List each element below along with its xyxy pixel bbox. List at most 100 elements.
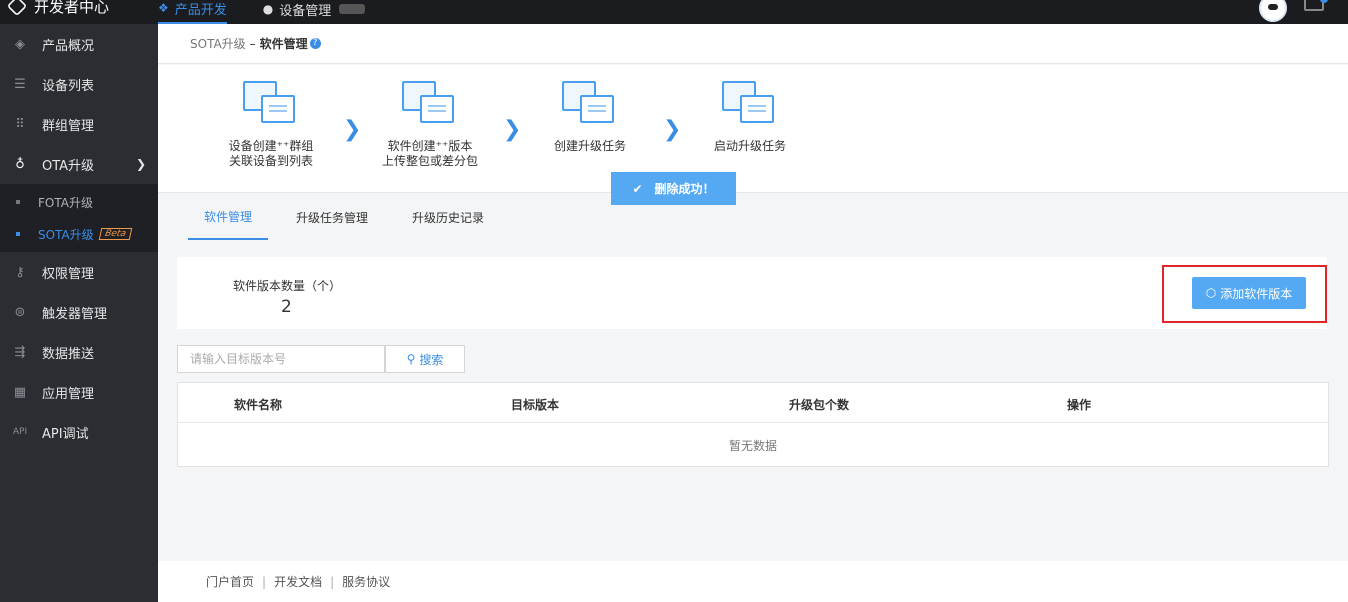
breadcrumb-separator: – [249,36,256,51]
nav-label: 产品开发 [174,2,227,18]
footer-link-terms[interactable]: 服务协议 [342,573,390,590]
sidebar-item-label: 触发器管理 [42,306,108,322]
highlight-box: ⬡ 添加软件版本 [1162,265,1327,323]
sidebar-item-label: 数据推送 [42,346,95,362]
footer-link-docs[interactable]: 开发文档 [274,573,322,590]
chevron-right-icon: ❯ [343,117,362,142]
sidebar-item-ota[interactable]: ♁ OTA升级 ❯ [0,144,158,184]
tabs: 软件管理 升级任务管理 升级历史记录 [188,194,512,240]
sidebar-item-api-debug[interactable]: API API调试 [0,412,158,452]
sidebar-item-groups[interactable]: ⠿ 群组管理 [0,104,158,144]
button-label: 添加软件版本 [1220,286,1293,301]
beta-badge: Beta [98,228,132,240]
chevron-right-icon: ❯ [503,117,522,142]
column-actions: 操作 [1067,398,1092,412]
brand-title: 开发者中心 [34,0,110,16]
sidebar-item-label: API调试 [42,426,89,442]
product-dev-icon: ❖ [158,1,169,15]
create-task-icon [562,81,618,127]
tab-upgrade-tasks[interactable]: 升级任务管理 [280,194,384,240]
breadcrumb-parent[interactable]: SOTA升级 [190,35,246,52]
sidebar-item-label: OTA升级 [42,158,95,174]
search-button[interactable]: ⚲ 搜索 [385,345,465,373]
main-content: SOTA升级 – 软件管理 ? 设备创建⁺⁺群组 关联设备到列表 ❯ 软件创建⁺… [158,24,1348,602]
search-icon: ⚲ [406,352,416,366]
search-button-label: 搜索 [419,352,444,367]
empty-state: 暂无数据 [728,438,777,453]
mail-icon[interactable] [1304,0,1328,11]
breadcrumb: SOTA升级 – 软件管理 ? [158,24,1348,64]
sidebar-item-fota[interactable]: FOTA升级 [0,186,158,218]
bullet [16,232,20,236]
api-icon: API [12,427,28,437]
version-count-value: 2 [281,297,292,317]
nav-label: 设备管理 [279,3,332,19]
version-count-panel: 软件版本数量（个） 2 [177,257,1327,329]
sidebar-item-sota[interactable]: SOTA升级 Beta [0,218,158,250]
process-steps: 设备创建⁺⁺群组 关联设备到列表 ❯ 软件创建⁺⁺版本 上传整包或差分包 ❯ 创… [158,65,1348,193]
step-line1: 设备创建⁺⁺群组 [228,139,314,153]
top-nav: ❖ 产品开发 ● 设备管理 [158,0,366,24]
footer-separator: | [330,574,335,589]
key-icon: ⚷ [15,264,25,280]
sidebar-item-triggers[interactable]: ⊜ 触发器管理 [0,292,158,332]
ota-submenu: FOTA升级 SOTA升级 Beta [0,184,158,252]
sidebar-item-apps[interactable]: ▦ 应用管理 [0,372,158,412]
add-software-version-button[interactable]: ⬡ 添加软件版本 [1192,277,1306,309]
trigger-icon: ⊜ [14,304,26,320]
sidebar-item-label: 设备列表 [42,78,95,94]
notification-dot [1320,0,1328,3]
list-icon: ☰ [14,76,26,92]
tab-software-manage[interactable]: 软件管理 [188,194,269,240]
sidebar-item-devices[interactable]: ☰ 设备列表 [0,64,158,104]
software-upload-icon [402,81,458,127]
push-icon: ⇶ [14,344,26,360]
grid-dots-icon: ⠿ [15,116,25,132]
step-line1: 软件创建⁺⁺版本 [387,139,473,153]
sidebar-item-data-push[interactable]: ⇶ 数据推送 [0,332,158,372]
brand[interactable]: 开发者中心 [6,0,110,18]
chevron-down-icon: ❯ [135,157,146,171]
version-search-input[interactable] [177,345,385,373]
footer-link-home[interactable]: 门户首页 [206,573,254,590]
sidebar: ◈ 产品概况 ☰ 设备列表 ⠿ 群组管理 ♁ OTA升级 ❯ FOTA升级 SO… [0,24,158,602]
column-package-count: 升级包个数 [789,398,850,412]
column-target-version: 目标版本 [511,398,560,412]
sidebar-item-label: 权限管理 [42,266,95,282]
column-software-name: 软件名称 [234,398,283,412]
success-toast: ✔ 删除成功！ [611,172,736,205]
step-start-task: 启动升级任务 [685,81,815,154]
sidebar-item-label: SOTA升级 [38,227,94,242]
step-line2: 上传整包或差分包 [381,154,478,168]
device-manage-icon: ● [262,2,274,16]
nav-product-dev[interactable]: ❖ 产品开发 [158,0,227,24]
logo-icon [6,0,28,17]
avatar[interactable] [1259,0,1287,22]
sidebar-item-label: FOTA升级 [38,195,93,210]
sidebar-item-label: 群组管理 [42,118,95,134]
sidebar-item-permissions[interactable]: ⚷ 权限管理 [0,252,158,292]
upgrade-icon: ♁ [15,156,25,172]
version-count-label: 软件版本数量（个） [233,279,342,293]
sidebar-item-label: 应用管理 [42,386,95,402]
nav-device-manage[interactable]: ● 设备管理 [263,0,366,24]
chevron-right-icon: ❯ [663,117,682,142]
apps-grid-icon: ▦ [13,384,27,400]
step-line2: 关联设备到列表 [228,154,313,168]
help-icon[interactable]: ? [309,38,321,49]
breadcrumb-current: 软件管理 [259,37,308,51]
cube-icon: ◈ [15,36,25,52]
check-icon: ✔ [632,181,643,196]
device-group-icon [243,81,299,127]
step-create-task: 创建升级任务 [525,81,655,154]
tab-upgrade-history[interactable]: 升级历史记录 [396,194,500,240]
sidebar-item-overview[interactable]: ◈ 产品概况 [0,24,158,64]
toast-text: 删除成功！ [654,182,715,196]
nav-badge [339,4,366,14]
table-header: 软件名称 目标版本 升级包个数 操作 [178,383,1328,423]
start-task-icon [722,81,778,127]
footer: 门户首页 | 开发文档 | 服务协议 [158,561,1348,602]
footer-separator: | [262,574,267,589]
bullet [16,200,20,204]
step-device-group: 设备创建⁺⁺群组 关联设备到列表 [206,81,336,169]
